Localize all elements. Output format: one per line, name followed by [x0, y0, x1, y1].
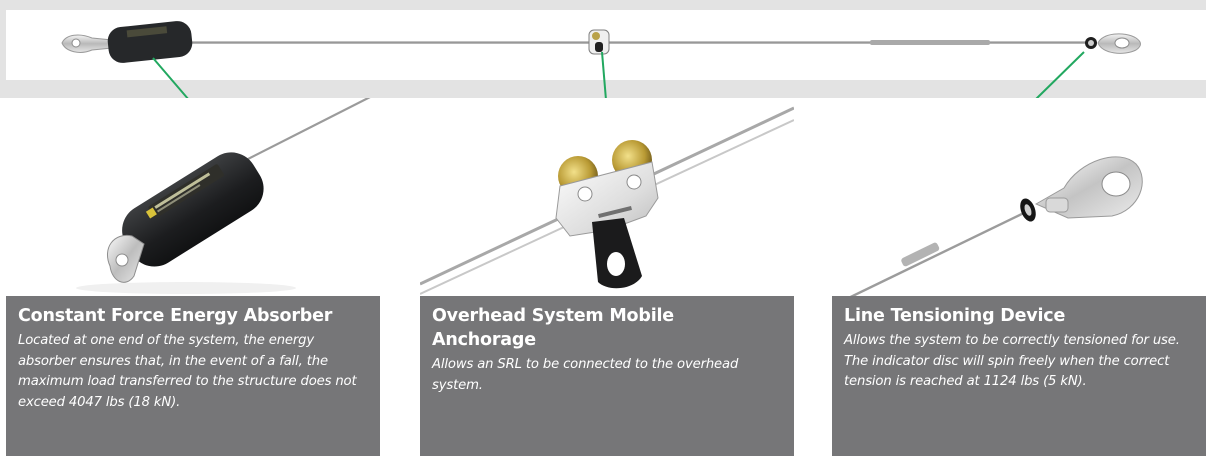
card-title: Overhead System Mobile Anchorage [432, 306, 674, 350]
caption-energy-absorber: Constant Force Energy Absorber Located a… [6, 296, 380, 456]
card-title: Constant Force Energy Absorber [18, 306, 333, 326]
tension-indicator-disc [1020, 198, 1036, 222]
caption-mobile-anchorage: Overhead System Mobile Anchorage Allows … [420, 296, 794, 456]
card-title: Line Tensioning Device [844, 306, 1066, 326]
card-energy-absorber: Constant Force Energy Absorber Located a… [6, 98, 380, 456]
energy-absorber-photo [6, 98, 380, 296]
anchorage-trolley [555, 140, 659, 289]
card-tensioning-device: Line Tensioning Device Allows the system… [832, 98, 1206, 456]
leader-line-tensioner [1034, 51, 1085, 101]
card-description: Allows the system to be correctly tensio… [844, 333, 1180, 389]
leader-line-anchorage [601, 51, 607, 101]
card-mobile-anchorage: Overhead System Mobile Anchorage Allows … [420, 98, 794, 456]
card-description: Allows an SRL to be connected to the ove… [432, 357, 739, 393]
mobile-anchorage-photo [420, 98, 794, 296]
tensioning-device-photo [832, 98, 1206, 296]
absorber-snap-hook [107, 234, 145, 283]
leader-lines [152, 51, 1085, 101]
caption-tensioning-device: Line Tensioning Device Allows the system… [832, 296, 1206, 456]
leader-line-absorber [152, 57, 190, 101]
tensioner-snap-hook [1034, 156, 1143, 219]
card-description: Located at one end of the system, the en… [18, 333, 357, 410]
